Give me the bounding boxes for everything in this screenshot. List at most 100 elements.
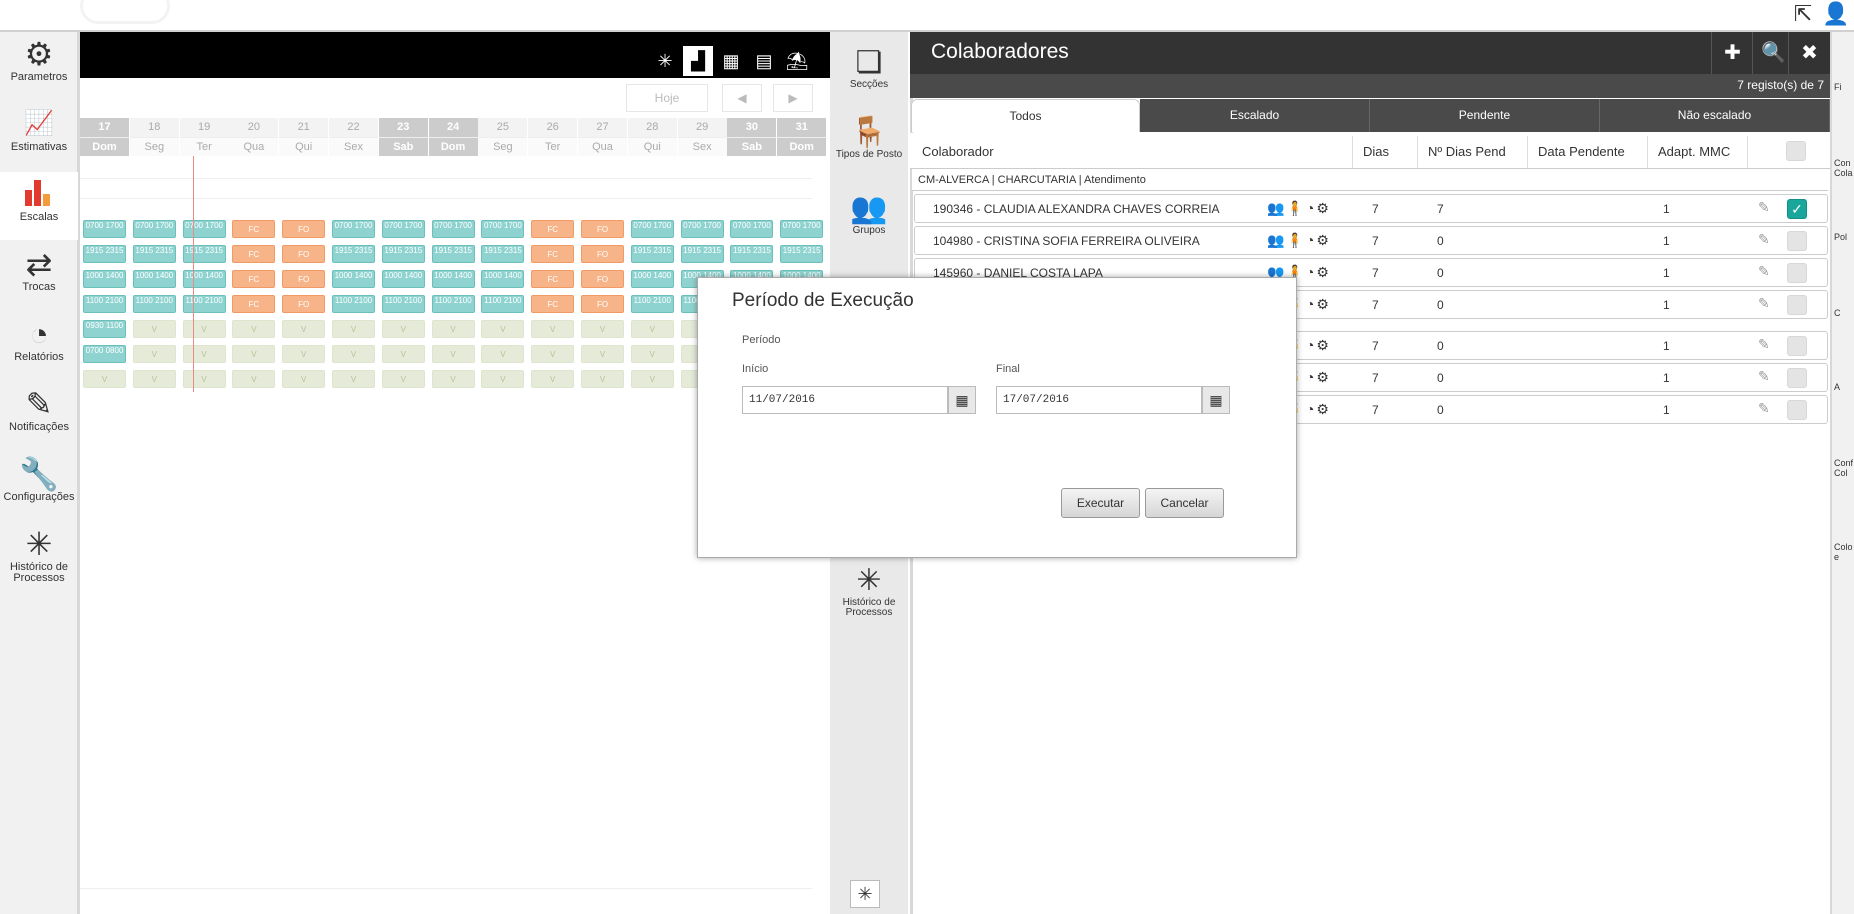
shift-cell[interactable]: V xyxy=(332,345,375,363)
shift-cell[interactable]: 0700 0800 xyxy=(83,345,126,363)
midnav-item-historico[interactable]: ✳ Histórico de Processos xyxy=(830,564,908,618)
shift-cell[interactable]: 1100 2100 xyxy=(332,295,375,313)
midnav-item-tipos-de-posto[interactable]: 🪑 Tipos de Posto xyxy=(830,116,908,160)
shift-cell[interactable]: 1100 2100 xyxy=(132,295,176,313)
shift-cell[interactable]: V xyxy=(481,320,525,338)
shift-cell[interactable]: 0700 1700 xyxy=(481,220,525,238)
process-icon[interactable]: ✳ xyxy=(850,880,880,908)
shift-cell[interactable]: V xyxy=(581,320,624,338)
column-dias-pend[interactable]: Nº Dias Pend xyxy=(1418,136,1528,168)
shift-cell[interactable]: 0700 1700 xyxy=(381,220,425,238)
right-strip-label[interactable]: Fi xyxy=(1834,82,1842,92)
shift-cell[interactable]: FC xyxy=(531,220,575,238)
shift-cell[interactable]: FO xyxy=(581,245,624,263)
shift-cell[interactable]: V xyxy=(581,345,624,363)
shift-cell[interactable]: FC xyxy=(531,270,575,288)
shift-cell[interactable]: 1000 1400 xyxy=(132,270,176,288)
row-checkbox[interactable] xyxy=(1787,336,1807,356)
shift-cell[interactable]: 0700 1700 xyxy=(132,220,176,238)
shift-cell[interactable]: 0700 1700 xyxy=(730,220,774,238)
shift-cell[interactable]: V xyxy=(132,345,176,363)
user-icon[interactable]: 👤 xyxy=(1822,2,1849,28)
shift-cell[interactable]: FO xyxy=(282,295,326,313)
shift-cell[interactable]: 0700 1700 xyxy=(680,220,724,238)
shift-cell[interactable]: 1100 2100 xyxy=(381,295,425,313)
shift-cell[interactable]: 1000 1400 xyxy=(332,270,375,288)
shift-cell[interactable]: 0700 1700 xyxy=(780,220,824,238)
table-row[interactable]: 190346 - CLAUDIA ALEXANDRA CHAVES CORREI… xyxy=(914,194,1828,223)
shift-cell[interactable]: V xyxy=(431,370,475,388)
shift-cell[interactable]: V xyxy=(531,345,575,363)
shift-cell[interactable]: FC xyxy=(531,295,575,313)
shift-cell[interactable]: V xyxy=(132,320,176,338)
logout-icon[interactable]: ⇱ xyxy=(1790,2,1816,28)
add-icon[interactable]: ✚ xyxy=(1711,32,1753,74)
sidebar-item-relatorios[interactable]: ◔ Relatórios xyxy=(0,312,78,380)
tab-todos[interactable]: Todos xyxy=(911,99,1140,132)
shift-cell[interactable]: V xyxy=(481,345,525,363)
shift-cell[interactable]: V xyxy=(182,370,226,388)
midnav-item-seccoes[interactable]: ❏ Secções xyxy=(830,46,908,90)
edit-icon[interactable]: ✎ xyxy=(1758,263,1770,280)
sidebar-item-notificacoes[interactable]: ✎ Notificações xyxy=(0,382,78,450)
shift-cell[interactable]: V xyxy=(381,320,425,338)
shift-cell[interactable]: V xyxy=(232,320,276,338)
edit-icon[interactable]: ✎ xyxy=(1758,231,1770,248)
edit-icon[interactable]: ✎ xyxy=(1758,199,1770,216)
shift-cell[interactable]: 1915 2315 xyxy=(481,245,525,263)
shift-cell[interactable]: 0930 1100 xyxy=(83,320,126,338)
close-icon[interactable]: ✖ xyxy=(1788,32,1830,74)
shift-cell[interactable]: V xyxy=(381,370,425,388)
shift-cell[interactable]: V xyxy=(531,320,575,338)
shift-cell[interactable]: FC xyxy=(232,270,276,288)
tab-escalado[interactable]: Escalado xyxy=(1140,99,1370,132)
shift-cell[interactable]: 1915 2315 xyxy=(680,245,724,263)
shift-cell[interactable]: V xyxy=(282,345,326,363)
shift-cell[interactable]: 1000 1400 xyxy=(431,270,475,288)
cancel-button[interactable]: Cancelar xyxy=(1145,488,1224,518)
shift-cell[interactable]: 1915 2315 xyxy=(431,245,475,263)
right-strip-label[interactable]: Pol xyxy=(1834,232,1847,242)
shift-cell[interactable]: 1100 2100 xyxy=(182,295,226,313)
sidebar-item-escalas[interactable]: Escalas xyxy=(0,172,78,240)
shift-cell[interactable]: 1915 2315 xyxy=(132,245,176,263)
shift-cell[interactable]: 1100 2100 xyxy=(431,295,475,313)
shift-cell[interactable]: FO xyxy=(581,295,624,313)
shift-cell[interactable]: 1915 2315 xyxy=(780,245,824,263)
calendar-view-icon[interactable]: ▤ xyxy=(749,46,779,76)
chart-view-icon[interactable]: ▦ xyxy=(716,46,746,76)
calendar-icon[interactable]: ▦ xyxy=(1202,386,1230,414)
sidebar-item-estimativas[interactable]: 📈 Estimativas xyxy=(0,102,78,170)
shift-cell[interactable]: V xyxy=(232,345,276,363)
next-button[interactable]: ▶ xyxy=(773,84,813,112)
shift-cell[interactable]: V xyxy=(232,370,276,388)
sidebar-item-trocas[interactable]: ⇄ Trocas xyxy=(0,242,78,310)
end-date-input[interactable]: 17/07/2016 xyxy=(996,386,1202,414)
tab-pendente[interactable]: Pendente xyxy=(1370,99,1600,132)
shift-cell[interactable]: 1000 1400 xyxy=(381,270,425,288)
column-data-pendente[interactable]: Data Pendente xyxy=(1528,136,1648,168)
midnav-item-grupos[interactable]: 👥 Grupos xyxy=(830,192,908,236)
shift-cell[interactable]: 1915 2315 xyxy=(730,245,774,263)
calendar-icon[interactable]: ▦ xyxy=(948,386,976,414)
shift-cell[interactable]: 1915 2315 xyxy=(83,245,126,263)
shift-cell[interactable]: V xyxy=(332,370,375,388)
sidebar-item-parametros[interactable]: ⚙ Parametros xyxy=(0,32,78,100)
shift-cell[interactable]: 0700 1700 xyxy=(332,220,375,238)
select-all-checkbox[interactable] xyxy=(1786,141,1806,161)
edit-icon[interactable]: ✎ xyxy=(1758,368,1770,385)
right-strip-label[interactable]: Con Cola xyxy=(1834,158,1854,178)
shift-cell[interactable]: 1000 1400 xyxy=(83,270,126,288)
shift-cell[interactable]: V xyxy=(431,320,475,338)
shift-cell[interactable]: FC xyxy=(232,295,276,313)
right-strip-label[interactable]: A xyxy=(1834,382,1840,392)
column-dias[interactable]: Dias xyxy=(1353,136,1418,168)
shift-cell[interactable]: FO xyxy=(581,220,624,238)
right-strip-label[interactable]: C xyxy=(1834,308,1841,318)
shift-cell[interactable]: V xyxy=(630,345,674,363)
shift-cell[interactable]: V xyxy=(132,370,176,388)
shift-cell[interactable]: FC xyxy=(232,220,276,238)
shift-cell[interactable]: 0700 1700 xyxy=(83,220,126,238)
shift-cell[interactable]: V xyxy=(630,370,674,388)
bar-chart-view-icon[interactable]: ▟ xyxy=(683,46,713,76)
